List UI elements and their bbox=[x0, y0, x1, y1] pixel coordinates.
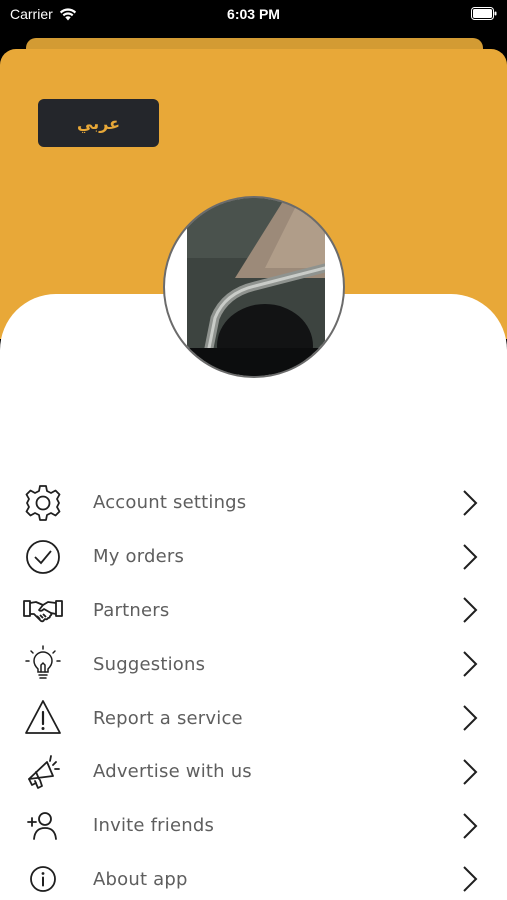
language-toggle-button[interactable]: عربي bbox=[38, 99, 159, 147]
warning-icon bbox=[22, 697, 64, 739]
menu-label-suggestions: Suggestions bbox=[93, 653, 206, 675]
battery-icon bbox=[471, 7, 497, 20]
menu-item-my-orders[interactable]: My orders bbox=[0, 530, 507, 584]
profile-avatar[interactable] bbox=[163, 196, 345, 378]
chevron-right-icon bbox=[463, 543, 478, 570]
add-user-icon bbox=[22, 805, 64, 847]
chevron-right-icon bbox=[463, 759, 478, 785]
lightbulb-icon bbox=[22, 643, 64, 685]
chevron-right-icon bbox=[463, 490, 478, 516]
menu-item-about-app[interactable]: About app bbox=[0, 853, 507, 900]
app-screen: Carrier 6:03 PM عربي Account settings My… bbox=[0, 0, 507, 900]
menu-label-account-settings: Account settings bbox=[93, 492, 247, 514]
menu-label-advertise: Advertise with us bbox=[93, 761, 252, 783]
menu-item-partners[interactable]: Partners bbox=[0, 584, 507, 638]
gear-icon bbox=[22, 482, 64, 524]
menu-label-about-app: About app bbox=[93, 868, 188, 890]
menu-item-account-settings[interactable]: Account settings bbox=[0, 476, 507, 530]
chevron-right-icon bbox=[463, 866, 478, 893]
status-time: 6:03 PM bbox=[227, 6, 280, 22]
menu-item-invite-friends[interactable]: Invite friends bbox=[0, 799, 507, 853]
megaphone-icon bbox=[22, 751, 64, 793]
menu-label-report-service: Report a service bbox=[93, 707, 243, 729]
menu-label-invite-friends: Invite friends bbox=[93, 815, 215, 837]
chevron-right-icon bbox=[463, 597, 478, 624]
menu-item-advertise[interactable]: Advertise with us bbox=[0, 745, 507, 799]
menu-item-suggestions[interactable]: Suggestions bbox=[0, 637, 507, 691]
menu-label-my-orders: My orders bbox=[93, 546, 185, 568]
chevron-right-icon bbox=[463, 705, 478, 731]
chevron-right-icon bbox=[463, 651, 478, 677]
avatar-photo bbox=[187, 198, 325, 376]
menu-item-report-service[interactable]: Report a service bbox=[0, 691, 507, 745]
status-bar: Carrier 6:03 PM bbox=[0, 0, 507, 30]
menu-label-partners: Partners bbox=[93, 599, 170, 621]
info-icon bbox=[22, 858, 64, 900]
check-circle-icon bbox=[22, 536, 64, 578]
handshake-icon bbox=[22, 589, 64, 631]
profile-menu: Account settings My orders Partners Sugg… bbox=[0, 476, 507, 900]
chevron-right-icon bbox=[463, 812, 478, 839]
